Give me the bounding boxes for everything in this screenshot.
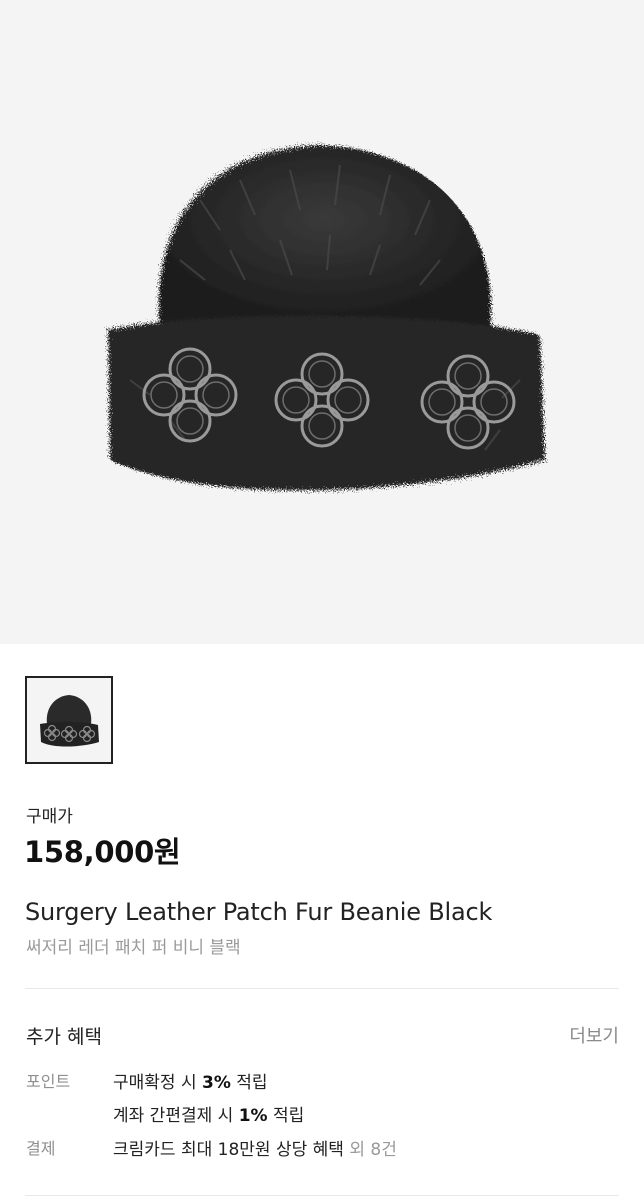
benefit-text: 계좌 간편결제 시 — [113, 1106, 239, 1126]
benefit-rate: 1% — [238, 1106, 268, 1126]
benefit-point-purchase: 구매확정 시 3% 적립 — [113, 1068, 268, 1093]
section-divider — [25, 1195, 619, 1196]
benefit-label-point: 포인트 — [26, 1072, 71, 1091]
benefit-extra-count: 외 8건 — [343, 1140, 397, 1160]
benefit-text: 크림카드 최대 18만원 상당 혜택 — [113, 1140, 344, 1160]
benefits-more-link[interactable]: 더보기 — [569, 1022, 619, 1048]
product-title-ko: 써저리 레더 패치 퍼 비니 블랙 — [26, 938, 241, 958]
benefit-suffix: 적립 — [267, 1106, 305, 1126]
price-label: 구매가 — [26, 807, 73, 827]
benefit-label-payment: 결제 — [26, 1139, 56, 1158]
product-thumbnail[interactable] — [25, 676, 113, 764]
benefit-suffix: 적립 — [230, 1073, 268, 1093]
benefit-point-account: 계좌 간편결제 시 1% 적립 — [113, 1101, 304, 1126]
section-divider — [25, 988, 619, 989]
beanie-illustration — [108, 145, 545, 491]
benefit-rate: 3% — [202, 1073, 231, 1093]
benefit-text: 구매확정 시 — [113, 1073, 203, 1093]
product-price: 158,000원 — [24, 835, 181, 869]
benefits-title: 추가 혜택 — [26, 1026, 102, 1048]
product-image[interactable] — [0, 0, 644, 644]
benefit-payment-card[interactable]: 크림카드 최대 18만원 상당 혜택 외 8건 — [113, 1135, 397, 1160]
product-title-en: Surgery Leather Patch Fur Beanie Black — [25, 898, 493, 926]
beanie-thumbnail-illustration — [27, 678, 111, 762]
